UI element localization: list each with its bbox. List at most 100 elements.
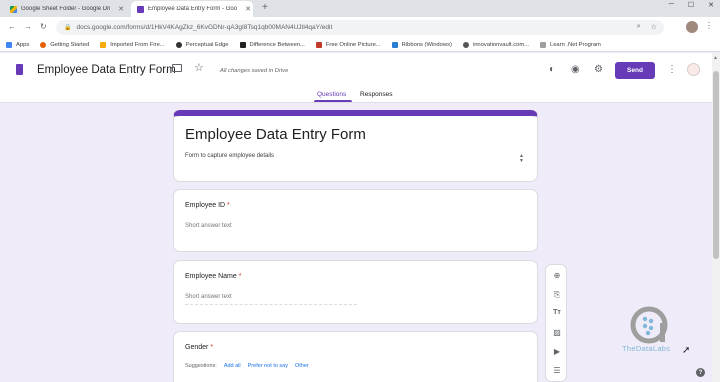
bookmark-apps[interactable]: Apps xyxy=(6,41,30,48)
form-tabs: Questions Responses xyxy=(0,89,720,103)
bookmark-label: Perceptual Edge xyxy=(185,41,229,48)
apps-grid-icon xyxy=(6,41,12,48)
reload-icon[interactable]: ↻ xyxy=(40,22,47,31)
globe-icon xyxy=(462,41,469,48)
bookmark-label: Apps xyxy=(16,41,30,48)
minimize-icon[interactable]: ─ xyxy=(669,1,674,9)
back-icon[interactable]: ← xyxy=(8,22,16,31)
save-status: All changes saved in Drive xyxy=(220,68,289,74)
forms-icon xyxy=(137,5,144,13)
tab-questions[interactable]: Questions xyxy=(317,91,346,98)
answer-underline xyxy=(185,304,357,305)
move-to-folder-icon[interactable] xyxy=(172,64,182,72)
bookmark-label: Difference Between... xyxy=(249,41,305,48)
add-section-icon[interactable]: ☰ xyxy=(552,366,562,375)
close-window-icon[interactable]: ✕ xyxy=(708,1,714,9)
forms-logo-icon[interactable] xyxy=(16,64,23,75)
bookmark-item[interactable]: innovationvault.com... xyxy=(462,41,529,48)
bookmark-label: Imported From Fire... xyxy=(110,41,165,48)
form-description[interactable]: Form to capture employee details xyxy=(185,153,274,159)
required-asterisk: * xyxy=(238,273,242,280)
tab-responses[interactable]: Responses xyxy=(360,91,393,98)
forms-header: Employee Data Entry Form ☆ All changes s… xyxy=(0,53,720,103)
close-tab-icon[interactable]: ✕ xyxy=(243,5,253,13)
bookmark-item[interactable]: Perceptual Edge xyxy=(175,41,229,48)
page-scrollbar[interactable]: ▲ xyxy=(712,53,720,382)
scrollbar-thumb[interactable] xyxy=(713,71,719,259)
browser-tab-title: Google Sheet Folder - Google Dri xyxy=(21,6,111,12)
bookmark-item[interactable]: Difference Between... xyxy=(239,41,305,48)
send-button[interactable]: Send xyxy=(615,62,655,79)
star-icon[interactable]: ☆ xyxy=(194,61,204,74)
site-icon xyxy=(175,41,182,48)
import-questions-icon[interactable]: ⎘ xyxy=(552,290,562,300)
bookmark-item[interactable]: Getting Started xyxy=(40,41,89,48)
new-tab-icon[interactable]: + xyxy=(262,2,268,13)
firefox-icon xyxy=(40,41,47,48)
zoom-search-icon[interactable]: ⌕ xyxy=(637,23,641,31)
question-title: Employee ID * xyxy=(185,202,230,209)
add-video-icon[interactable]: ▶ xyxy=(552,347,562,356)
question-card-employee-id[interactable]: Employee ID * Short answer text xyxy=(173,189,538,252)
required-asterisk: * xyxy=(210,344,214,351)
site-icon xyxy=(239,41,246,48)
forward-icon[interactable]: → xyxy=(24,22,32,31)
short-answer-placeholder: Short answer text xyxy=(185,223,232,229)
watermark-text: TheDataLabs xyxy=(622,344,671,353)
customize-theme-icon[interactable]: ◐ xyxy=(549,64,555,75)
form-title-card[interactable]: Employee Data Entry Form Form to capture… xyxy=(173,110,538,182)
bookmark-item[interactable]: Free Online Picture... xyxy=(315,41,381,48)
bookmark-label: Ribbons (Windows) xyxy=(401,41,452,48)
browser-tab-strip: Google Sheet Folder - Google Dri ✕ Emplo… xyxy=(0,0,720,17)
account-avatar[interactable] xyxy=(687,63,700,76)
preview-eye-icon[interactable]: ◉ xyxy=(571,64,580,75)
browser-toolbar: ← → ↻ 🔒 docs.google.com/forms/d/1HkV4KAg… xyxy=(0,17,720,38)
browser-menu-icon[interactable]: ⋮ xyxy=(705,21,713,30)
suggestion-prefer-not-to-say[interactable]: Prefer not to say xyxy=(248,363,288,369)
browser-tab-title: Employee Data Entry Form - Goo xyxy=(148,6,238,12)
maximize-icon[interactable]: ☐ xyxy=(688,1,694,9)
description-scroll-icon[interactable]: ▲ ▼ xyxy=(519,154,524,164)
scroll-up-icon[interactable]: ▲ xyxy=(713,55,718,61)
mouse-cursor-icon: ➚ xyxy=(682,345,691,356)
required-asterisk: * xyxy=(227,202,230,209)
short-answer-placeholder: Short answer text xyxy=(185,294,232,300)
question-title: Employee Name * xyxy=(185,273,242,280)
more-options-icon[interactable]: ⋮ xyxy=(667,64,677,75)
bookmark-item[interactable]: Ribbons (Windows) xyxy=(391,41,452,48)
bookmark-label: Free Online Picture... xyxy=(325,41,381,48)
question-title: Gender * xyxy=(185,344,214,351)
bookmark-item[interactable]: Imported From Fire... xyxy=(100,41,165,48)
bookmark-item[interactable]: Learn .Net Program xyxy=(539,41,601,48)
question-card-gender[interactable]: Gender * Suggestions: Add all Prefer not… xyxy=(173,331,538,382)
suggestion-other[interactable]: Other xyxy=(295,363,309,369)
window-controls: ─ ☐ ✕ xyxy=(669,1,714,9)
help-icon[interactable]: ? xyxy=(696,368,705,377)
suggestions-label: Suggestions: xyxy=(185,363,217,369)
site-icon xyxy=(315,41,322,48)
bookmark-label: Learn .Net Program xyxy=(549,41,601,48)
settings-gear-icon[interactable]: ⚙ xyxy=(594,64,603,75)
browser-tab-forms[interactable]: Employee Data Entry Form - Goo ✕ xyxy=(131,1,253,17)
active-tab-indicator xyxy=(314,100,352,102)
add-title-icon[interactable]: Tт xyxy=(552,309,562,316)
thedatalabs-logo-icon xyxy=(630,306,668,344)
url-text: docs.google.com/forms/d/1HkV4KAgZkz_6KvG… xyxy=(76,24,333,31)
drive-icon xyxy=(10,5,17,13)
bookmark-star-icon[interactable]: ☆ xyxy=(651,23,657,31)
bookmarks-bar: Apps Getting Started Imported From Fire.… xyxy=(0,38,720,52)
question-card-employee-name[interactable]: Employee Name * Short answer text xyxy=(173,260,538,324)
lock-icon: 🔒 xyxy=(64,25,72,31)
document-title[interactable]: Employee Data Entry Form xyxy=(37,64,176,76)
folder-icon xyxy=(100,41,107,48)
form-title[interactable]: Employee Data Entry Form xyxy=(185,126,366,143)
add-question-icon[interactable]: ⊕ xyxy=(552,271,562,280)
suggestion-add-all[interactable]: Add all xyxy=(224,363,241,369)
address-bar[interactable]: 🔒 docs.google.com/forms/d/1HkV4KAgZkz_6K… xyxy=(56,20,664,35)
profile-avatar[interactable] xyxy=(686,21,698,33)
browser-tab-drive[interactable]: Google Sheet Folder - Google Dri ✕ xyxy=(4,1,126,17)
option-suggestions: Suggestions: Add all Prefer not to say O… xyxy=(185,363,309,369)
close-tab-icon[interactable]: ✕ xyxy=(116,5,126,13)
add-image-icon[interactable]: ▨ xyxy=(552,328,562,337)
bookmark-label: innovationvault.com... xyxy=(472,41,529,48)
